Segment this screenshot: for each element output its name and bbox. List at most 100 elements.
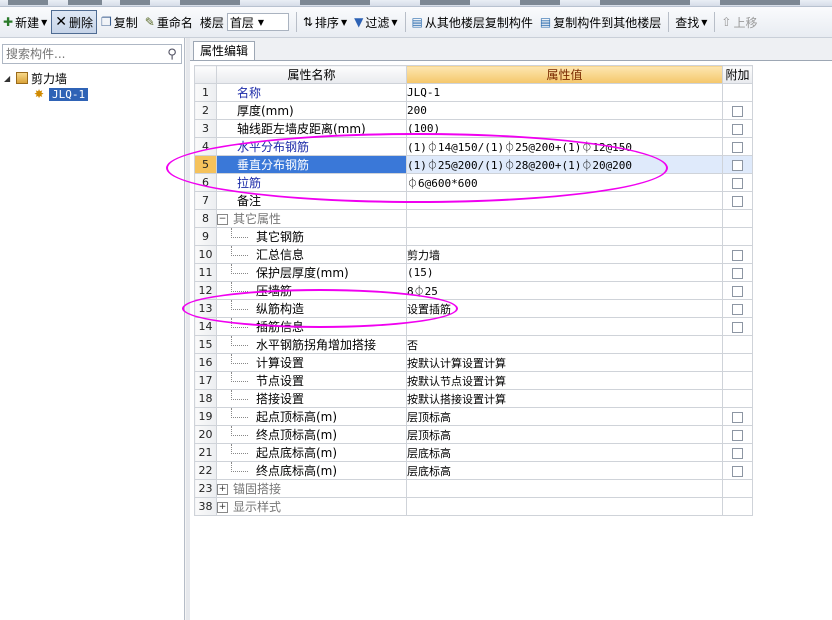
new-button[interactable]: ✚ 新建 ▼ — [0, 10, 50, 34]
attach-checkbox[interactable] — [732, 429, 743, 441]
row-number[interactable]: 11 — [194, 263, 217, 282]
property-name-cell[interactable]: 节点设置 — [216, 371, 407, 390]
row-number[interactable]: 16 — [194, 353, 217, 372]
tree-node-jlq-1[interactable]: ✸ JLQ-1 — [34, 86, 89, 102]
property-name-cell[interactable]: 压墙筋 — [216, 281, 407, 300]
property-value-cell[interactable] — [406, 479, 723, 498]
table-row[interactable]: 7 备注 — [194, 191, 753, 210]
table-row[interactable]: 8− 其它属性 — [194, 209, 753, 228]
header-property-value[interactable]: 属性值 — [406, 65, 723, 84]
property-value-cell[interactable]: 按默认节点设置计算 — [406, 371, 723, 390]
property-value-cell[interactable]: 层底标高 — [406, 461, 723, 480]
row-number[interactable]: 5 — [194, 155, 217, 174]
floor-select[interactable]: 首层 ▼ — [226, 13, 289, 31]
property-name-cell[interactable]: 水平钢筋拐角增加搭接 — [216, 335, 407, 354]
row-number[interactable]: 14 — [194, 317, 217, 336]
property-name-cell[interactable]: 备注 — [216, 191, 407, 210]
table-row[interactable]: 17 节点设置 按默认节点设置计算 — [194, 371, 753, 390]
move-up-button[interactable]: ⇧ 上移 — [718, 10, 760, 34]
table-row[interactable]: 14 插筋信息 — [194, 317, 753, 336]
table-row[interactable]: 2 厚度(mm) 200 — [194, 101, 753, 120]
table-row[interactable]: 1 名称 JLQ-1 — [194, 83, 753, 102]
sort-button[interactable]: ⇅ 排序 ▼ — [300, 10, 350, 34]
row-number[interactable]: 10 — [194, 245, 217, 264]
rename-button[interactable]: ✎ 重命名 — [142, 10, 196, 34]
property-value-cell[interactable]: 8⏀25 — [406, 281, 723, 300]
property-name-cell[interactable]: + 锚固搭接 — [216, 479, 407, 498]
property-value-cell[interactable]: ⏀6@600*600 — [406, 173, 723, 192]
property-name-cell[interactable]: 轴线距左墙皮距离(mm) — [216, 119, 407, 138]
attach-checkbox[interactable] — [732, 447, 743, 459]
property-name-cell[interactable]: 名称 — [216, 83, 407, 102]
row-number[interactable]: 17 — [194, 371, 217, 390]
property-name-cell[interactable]: 汇总信息 — [216, 245, 407, 264]
table-row[interactable]: 38 + 显示样式 — [194, 497, 753, 516]
property-value-cell[interactable]: (1)⏀25@200/(1)⏀28@200+(1)⏀20@200 — [406, 155, 723, 174]
property-name-cell[interactable]: 其它钢筋 — [216, 227, 407, 246]
delete-button[interactable]: ✕ 删除 — [51, 10, 97, 34]
attach-checkbox[interactable] — [732, 303, 743, 315]
property-value-cell[interactable]: 层顶标高 — [406, 407, 723, 426]
row-number[interactable]: 8 — [194, 209, 217, 228]
property-name-cell[interactable]: 拉筋 — [216, 173, 407, 192]
expand-icon[interactable]: + — [217, 502, 228, 513]
attach-checkbox[interactable] — [732, 195, 743, 207]
table-row[interactable]: 19 起点顶标高(m) 层顶标高 — [194, 407, 753, 426]
property-name-cell[interactable]: 计算设置 — [216, 353, 407, 372]
attach-checkbox[interactable] — [732, 411, 743, 423]
filter-button[interactable]: ▼ 过滤 ▼ — [351, 10, 400, 34]
property-value-cell[interactable]: 按默认搭接设置计算 — [406, 389, 723, 408]
row-number[interactable]: 12 — [194, 281, 217, 300]
attach-checkbox[interactable] — [732, 465, 743, 477]
property-name-cell[interactable]: 保护层厚度(mm) — [216, 263, 407, 282]
collapse-icon[interactable]: ◢ — [4, 74, 16, 83]
header-attach[interactable]: 附加 — [722, 65, 753, 84]
row-number[interactable]: 19 — [194, 407, 217, 426]
property-name-cell[interactable]: 厚度(mm) — [216, 101, 407, 120]
property-value-cell[interactable]: 层底标高 — [406, 443, 723, 462]
table-row[interactable]: 9 其它钢筋 — [194, 227, 753, 246]
row-number[interactable]: 2 — [194, 101, 217, 120]
property-value-cell[interactable]: (1)⏀14@150/(1)⏀25@200+(1)⏀12@150 — [406, 137, 723, 156]
row-number[interactable]: 6 — [194, 173, 217, 192]
table-row[interactable]: 15 水平钢筋拐角增加搭接 否 — [194, 335, 753, 354]
property-name-cell[interactable]: 纵筋构造 — [216, 299, 407, 318]
attach-checkbox[interactable] — [732, 285, 743, 297]
property-value-cell[interactable]: 按默认计算设置计算 — [406, 353, 723, 372]
property-name-cell[interactable]: 终点底标高(m) — [216, 461, 407, 480]
header-property-name[interactable]: 属性名称 — [216, 65, 407, 84]
property-value-cell[interactable] — [406, 227, 723, 246]
expand-icon[interactable]: + — [217, 484, 228, 495]
attach-checkbox[interactable] — [732, 267, 743, 279]
table-row[interactable]: 11 保护层厚度(mm) (15) — [194, 263, 753, 282]
property-value-cell[interactable]: 层顶标高 — [406, 425, 723, 444]
property-value-cell[interactable]: 设置插筋 — [406, 299, 723, 318]
table-row[interactable]: 23 + 锚固搭接 — [194, 479, 753, 498]
attach-checkbox[interactable] — [732, 321, 743, 333]
row-number[interactable]: 7 — [194, 191, 217, 210]
row-number[interactable]: 22 — [194, 461, 217, 480]
property-value-cell[interactable]: JLQ-1 — [406, 83, 723, 102]
row-number[interactable]: 3 — [194, 119, 217, 138]
row-number[interactable]: 21 — [194, 443, 217, 462]
property-value-cell[interactable] — [406, 317, 723, 336]
property-name-cell[interactable]: 插筋信息 — [216, 317, 407, 336]
table-row[interactable]: 5 垂直分布钢筋 (1)⏀25@200/(1)⏀28@200+(1)⏀20@200 — [194, 155, 753, 174]
property-value-cell[interactable]: 200 — [406, 101, 723, 120]
row-number[interactable]: 18 — [194, 389, 217, 408]
row-number[interactable]: 9 — [194, 227, 217, 246]
row-number[interactable]: 13 — [194, 299, 217, 318]
property-name-cell[interactable]: 垂直分布钢筋 — [216, 155, 407, 174]
collapse-icon[interactable]: − — [217, 214, 228, 225]
property-value-cell[interactable]: (100) — [406, 119, 723, 138]
table-row[interactable]: 22 终点底标高(m) 层底标高 — [194, 461, 753, 480]
property-name-cell[interactable]: 搭接设置 — [216, 389, 407, 408]
search-input[interactable] — [3, 47, 163, 61]
property-name-cell[interactable]: 起点底标高(m) — [216, 443, 407, 462]
row-number[interactable]: 38 — [194, 497, 217, 516]
row-number[interactable]: 23 — [194, 479, 217, 498]
row-number[interactable]: 1 — [194, 83, 217, 102]
row-number[interactable]: 4 — [194, 137, 217, 156]
property-name-cell[interactable]: 水平分布钢筋 — [216, 137, 407, 156]
table-row[interactable]: 4 水平分布钢筋 (1)⏀14@150/(1)⏀25@200+(1)⏀12@150 — [194, 137, 753, 156]
